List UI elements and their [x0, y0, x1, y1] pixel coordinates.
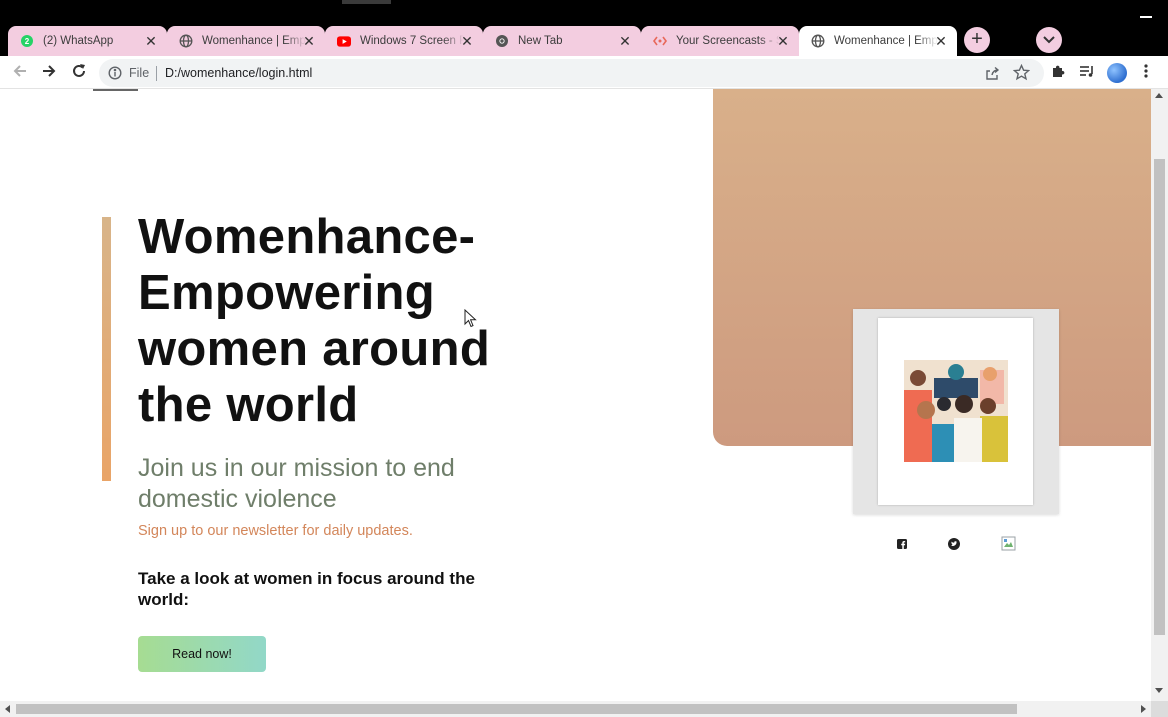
artwork-mat — [878, 318, 1033, 505]
mouse-cursor-icon — [464, 309, 477, 328]
horizontal-scrollbar[interactable] — [0, 701, 1151, 717]
info-icon[interactable] — [108, 66, 122, 80]
reload-icon — [71, 63, 87, 84]
extensions-button[interactable] — [1046, 61, 1070, 85]
close-icon[interactable]: ✕ — [459, 33, 475, 49]
forward-button[interactable] — [37, 61, 61, 85]
vertical-scrollbar[interactable] — [1151, 89, 1168, 701]
screencast-icon — [653, 34, 667, 48]
scheme-label: File — [129, 66, 150, 80]
new-tab-button[interactable]: + — [964, 27, 990, 53]
focus-heading: Take a look at women in focus around the… — [138, 569, 475, 609]
puzzle-icon — [1050, 63, 1066, 84]
tab-strip: 2 (2) WhatsApp ✕ Womenhance | Empowering… — [0, 0, 1168, 56]
broken-image-icon[interactable] — [1001, 536, 1016, 551]
page-viewport: Womenhance- Empowering women around the … — [0, 89, 1151, 701]
tab-title: Womenhance | Empowering — [202, 35, 306, 47]
page-subtitle: Join us in our mission to end domestic v… — [138, 454, 455, 513]
tab-title: (2) WhatsApp — [43, 35, 114, 47]
tab-new-tab[interactable]: New Tab ✕ — [483, 26, 641, 56]
minimize-icon[interactable] — [1140, 16, 1152, 18]
framed-artwork — [853, 309, 1059, 514]
back-button[interactable] — [8, 61, 32, 85]
address-bar[interactable]: File D:/womenhance/login.html — [99, 59, 1044, 87]
vertical-scroll-thumb[interactable] — [1154, 159, 1165, 635]
twitter-icon[interactable] — [948, 538, 960, 550]
scroll-down-arrow-icon[interactable] — [1155, 688, 1163, 693]
bookmark-star-icon[interactable] — [1012, 63, 1031, 81]
scroll-left-arrow-icon[interactable] — [5, 705, 10, 713]
nav-underline — [93, 89, 138, 91]
reload-button[interactable] — [67, 61, 91, 85]
tab-title: New Tab — [518, 35, 563, 47]
media-control-button[interactable] — [1075, 61, 1099, 85]
scroll-up-arrow-icon[interactable] — [1155, 93, 1163, 98]
close-icon[interactable]: ✕ — [143, 33, 159, 49]
close-icon[interactable]: ✕ — [933, 33, 949, 49]
tab-title: Windows 7 Screen Recorder — [360, 35, 464, 47]
tab-womenhance[interactable]: Womenhance | Empowering ✕ — [167, 26, 325, 56]
facebook-icon[interactable] — [896, 538, 908, 550]
close-icon[interactable]: ✕ — [617, 33, 633, 49]
youtube-icon — [337, 34, 351, 48]
globe-icon — [811, 34, 825, 48]
globe-icon — [179, 34, 193, 48]
scrollbar-corner — [1151, 701, 1168, 717]
page-title: Womenhance- Empowering women around the … — [138, 210, 491, 432]
more-vertical-icon — [1144, 63, 1148, 83]
url-text[interactable]: D:/womenhance/login.html — [165, 66, 312, 80]
read-now-button[interactable]: Read now! — [138, 636, 266, 672]
tab-womenhance-active[interactable]: Womenhance | Empowering ✕ — [799, 26, 957, 56]
tab-youtube[interactable]: Windows 7 Screen Recorder ✕ — [325, 26, 483, 56]
menu-button[interactable] — [1134, 61, 1158, 85]
whatsapp-icon: 2 — [20, 34, 34, 48]
tab-title: Your Screencasts - Screencast-O-Matic — [676, 35, 780, 47]
window-caption-marker — [342, 0, 391, 4]
scroll-right-arrow-icon[interactable] — [1141, 705, 1146, 713]
tab-title: Womenhance | Empowering — [834, 35, 938, 47]
share-icon[interactable] — [985, 66, 1000, 81]
browser-window: 2 (2) WhatsApp ✕ Womenhance | Empowering… — [0, 0, 1168, 717]
playlist-icon — [1079, 63, 1095, 84]
accent-bar — [102, 217, 111, 481]
tab-whatsapp[interactable]: 2 (2) WhatsApp ✕ — [8, 26, 167, 56]
profile-avatar[interactable] — [1107, 63, 1127, 83]
horizontal-scroll-thumb[interactable] — [16, 704, 1017, 714]
women-illustration — [904, 360, 1008, 462]
tab-screencasts[interactable]: Your Screencasts - Screencast-O-Matic ✕ — [641, 26, 799, 56]
address-divider — [156, 66, 157, 81]
tab-search-button[interactable] — [1036, 27, 1062, 53]
arrow-right-icon — [41, 63, 57, 84]
browser-toolbar: File D:/womenhance/login.html — [0, 56, 1168, 89]
chevron-down-icon — [1043, 31, 1055, 49]
close-icon[interactable]: ✕ — [775, 33, 791, 49]
svg-text:2: 2 — [25, 37, 30, 46]
close-icon[interactable]: ✕ — [301, 33, 317, 49]
newsletter-text: Sign up to our newsletter for daily upda… — [138, 523, 413, 539]
chrome-icon — [495, 34, 509, 48]
arrow-left-icon — [12, 63, 28, 84]
